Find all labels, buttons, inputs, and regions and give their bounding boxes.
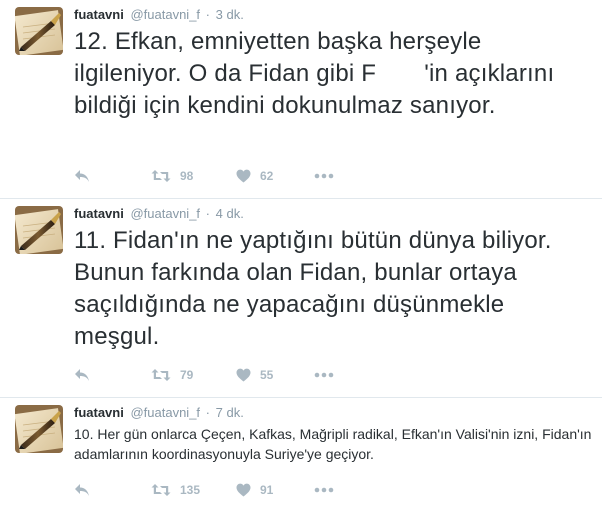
more-button[interactable] <box>314 166 334 186</box>
heart-icon <box>236 169 251 183</box>
more-dots-icon <box>314 173 334 179</box>
retweet-count: 79 <box>180 368 194 382</box>
reply-button[interactable] <box>74 480 90 500</box>
retweet-button[interactable]: 135 <box>151 480 200 500</box>
reply-icon <box>75 170 89 182</box>
timestamp[interactable]: 7 dk. <box>216 405 244 420</box>
tweet-text: 12. Efkan, emniyetten başka herşeyle ilg… <box>74 28 562 119</box>
avatar[interactable] <box>15 7 63 55</box>
pen-on-paper-avatar-icon <box>15 206 63 254</box>
pen-on-paper-avatar-icon <box>15 405 63 453</box>
fullname[interactable]: fuatavni <box>74 405 124 420</box>
heart-icon <box>236 483 251 497</box>
reply-button[interactable] <box>74 166 90 186</box>
reply-button[interactable] <box>74 365 90 385</box>
like-count: 91 <box>260 483 274 497</box>
tweet-2[interactable]: fuatavni @fuatavni_f · 4 dk. 11. Fidan'ı… <box>0 199 602 398</box>
tweet-header: fuatavni @fuatavni_f · 7 dk. <box>74 404 244 421</box>
like-button[interactable]: 62 <box>236 166 273 186</box>
separator: · <box>205 7 211 22</box>
tweet-1[interactable]: fuatavni @fuatavni_f · 3 dk. 12. Efkan, … <box>0 0 602 199</box>
retweet-button[interactable]: 98 <box>151 166 193 186</box>
timestamp[interactable]: 3 dk. <box>216 7 244 22</box>
username[interactable]: @fuatavni_f <box>130 405 200 420</box>
reply-icon <box>75 369 89 381</box>
retweet-button[interactable]: 79 <box>151 365 193 385</box>
tweet-actions: 98 62 <box>74 166 474 186</box>
avatar[interactable] <box>15 405 63 453</box>
more-dots-icon <box>314 372 334 378</box>
retweet-icon <box>151 369 171 381</box>
retweet-icon <box>151 170 171 182</box>
separator: · <box>205 405 211 420</box>
tweet-header: fuatavni @fuatavni_f · 3 dk. <box>74 6 244 23</box>
reply-icon <box>75 484 89 496</box>
username[interactable]: @fuatavni_f <box>130 206 200 221</box>
retweet-count: 135 <box>180 483 201 497</box>
more-button[interactable] <box>314 480 334 500</box>
retweet-count: 98 <box>180 169 194 183</box>
tweet-actions: 79 55 <box>74 365 474 385</box>
timestamp[interactable]: 4 dk. <box>216 206 244 221</box>
tweet-3[interactable]: fuatavni @fuatavni_f · 7 dk. 10. Her gün… <box>0 398 602 512</box>
username[interactable]: @fuatavni_f <box>130 7 200 22</box>
like-button[interactable]: 55 <box>236 365 273 385</box>
tweet-header: fuatavni @fuatavni_f · 4 dk. <box>74 205 244 222</box>
more-dots-icon <box>314 487 334 493</box>
like-button[interactable]: 91 <box>236 480 273 500</box>
fullname[interactable]: fuatavni <box>74 7 124 22</box>
like-count: 62 <box>260 169 274 183</box>
more-button[interactable] <box>314 365 334 385</box>
like-count: 55 <box>260 368 274 382</box>
avatar[interactable] <box>15 206 63 254</box>
tweet-text: 11. Fidan'ın ne yaptığını bütün dünya bi… <box>74 227 552 350</box>
separator: · <box>205 206 211 221</box>
retweet-icon <box>151 484 171 496</box>
fullname[interactable]: fuatavni <box>74 206 124 221</box>
pen-on-paper-avatar-icon <box>15 7 63 55</box>
tweet-actions: 135 91 <box>74 480 474 500</box>
tweet-text: 10. Her gün onlarca Çeçen, Kafkas, Mağri… <box>74 426 592 462</box>
heart-icon <box>236 368 251 382</box>
